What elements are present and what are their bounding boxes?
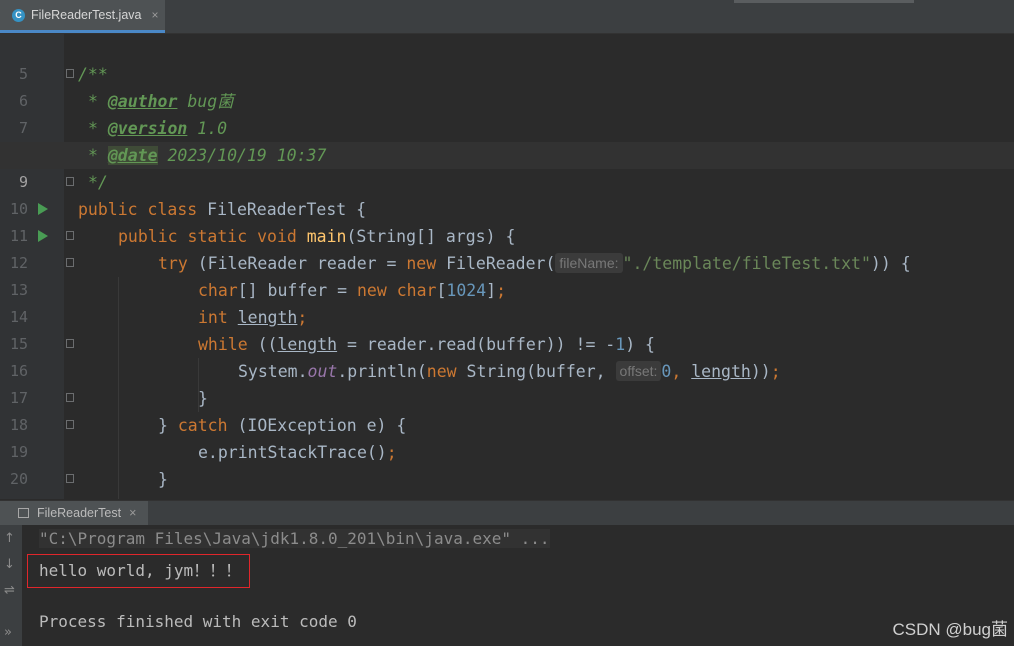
run-tab-label: FileReaderTest — [37, 506, 122, 520]
fold-icon[interactable] — [66, 69, 74, 78]
more-icon[interactable]: » — [4, 625, 12, 640]
code-text: while ((length = reader.read(buffer)) !=… — [198, 335, 655, 354]
code-text: char[] buffer = new char[1024]; — [198, 281, 507, 300]
run-icon[interactable] — [38, 203, 48, 215]
line-number: 21 — [0, 493, 28, 499]
run-tab-filereadertest[interactable]: FileReaderTest × — [0, 501, 148, 525]
code-line: 16 while ((length = reader.read(buffer))… — [0, 331, 1014, 380]
code-line: 12 public static void main(String[] args… — [0, 223, 1014, 272]
code-text: } — [158, 470, 168, 489]
code-text: * @date 2023/10/19 10:37 — [88, 146, 327, 165]
javadoc-tag: @date — [107, 146, 158, 165]
close-icon[interactable]: × — [129, 506, 136, 520]
code-line: 15 int length; — [0, 304, 1014, 353]
watermark: CSDN @bug菌 — [892, 620, 1008, 639]
fold-icon[interactable] — [66, 339, 74, 348]
code-line-current: 9 * @date 2023/10/19 10:37 — [0, 142, 1014, 191]
tab-scrollbar[interactable] — [734, 0, 914, 3]
fold-icon[interactable] — [66, 258, 74, 267]
run-console[interactable]: ↑ ↓ ⇌ » "C:\Program Files\Java\jdk1.8.0_… — [0, 525, 1014, 646]
fold-icon[interactable] — [66, 393, 74, 402]
java-class-icon: C — [12, 8, 25, 22]
code-line: 13 try (FileReader reader = new FileRead… — [0, 250, 1014, 299]
fold-icon[interactable] — [66, 231, 74, 240]
code-line: 19 } catch (IOException e) { — [0, 412, 1014, 461]
fold-icon[interactable] — [66, 177, 74, 186]
code-text: * @version 1.0 — [88, 119, 228, 138]
javadoc-tag: @version — [107, 119, 188, 138]
code-text: } catch (IOException e) { — [158, 416, 407, 435]
code-line: 20 e.printStackTrace(); — [0, 439, 1014, 488]
code-line: 18 } — [0, 385, 1014, 434]
code-text: e.printStackTrace(); — [198, 443, 397, 462]
arrow-down-icon[interactable]: ↓ — [4, 557, 15, 572]
code-line: 11 public class FileReaderTest { — [0, 196, 1014, 245]
code-line: 7 * @author bug菌 — [0, 88, 1014, 137]
code-line: 21 } — [0, 466, 1014, 499]
code-text: public class FileReaderTest { — [78, 200, 367, 219]
param-hint: fileName: — [555, 253, 623, 273]
code-text: int length; — [198, 308, 308, 327]
fold-icon[interactable] — [66, 420, 74, 429]
code-editor[interactable]: 5 6 /** 7 * @author bug菌 8 * @version 1.… — [0, 34, 1014, 499]
close-icon[interactable]: × — [151, 8, 158, 22]
run-icon[interactable] — [38, 230, 48, 242]
editor-tab-filereadertest[interactable]: C FileReaderTest.java × — [0, 0, 165, 33]
code-text: } — [198, 389, 208, 408]
code-text: /** — [78, 65, 108, 84]
code-line: 6 /** — [0, 61, 1014, 110]
code-line: 10 */ — [0, 169, 1014, 218]
editor-tab-label: FileReaderTest.java — [31, 8, 142, 22]
highlight-box — [27, 554, 250, 588]
fold-icon[interactable] — [66, 474, 74, 483]
javadoc-tag: @author — [107, 92, 178, 111]
console-toolbar: ↑ ↓ ⇌ » — [0, 525, 22, 646]
code-line: 5 — [0, 34, 1014, 83]
run-tool-window-bar: FileReaderTest × — [0, 500, 1014, 525]
soft-wrap-icon[interactable]: ⇌ — [4, 583, 15, 598]
code-line: 8 * @version 1.0 — [0, 115, 1014, 164]
code-text: */ — [88, 173, 108, 192]
code-text: * @author bug菌 — [88, 92, 234, 111]
code-line: 14 char[] buffer = new char[1024]; — [0, 277, 1014, 326]
console-exit-line: Process finished with exit code 0 — [39, 612, 357, 631]
code-text: try (FileReader reader = new FileReader(… — [158, 253, 911, 273]
param-hint: offset: — [615, 361, 662, 381]
code-text: public static void main(String[] args) { — [118, 227, 516, 246]
code-text: System.out.println(new String(buffer, of… — [238, 361, 781, 381]
console-command-line: "C:\Program Files\Java\jdk1.8.0_201\bin\… — [39, 529, 550, 548]
console-icon — [18, 508, 29, 518]
editor-tab-bar: C FileReaderTest.java × — [0, 0, 1014, 34]
code-line: 17 System.out.println(new String(buffer,… — [0, 358, 1014, 407]
arrow-up-icon[interactable]: ↑ — [4, 531, 15, 546]
